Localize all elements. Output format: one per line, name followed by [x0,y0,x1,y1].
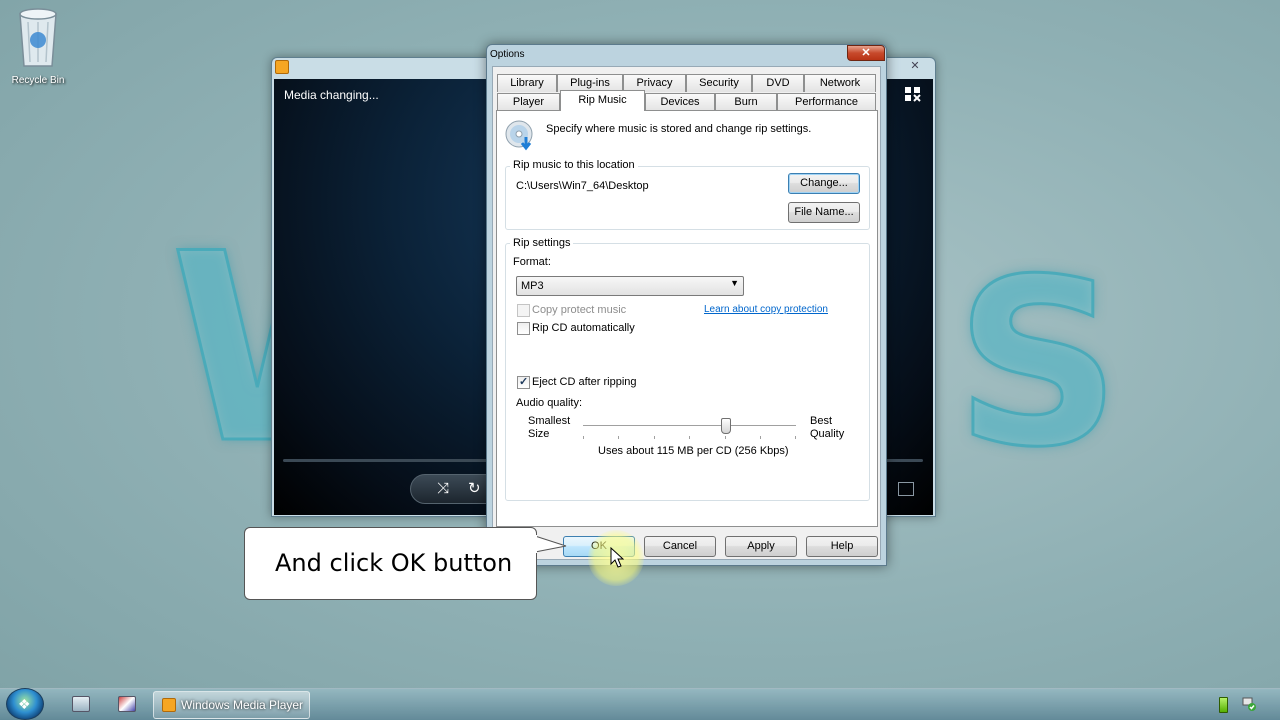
slider-tick [760,436,761,439]
battery-icon[interactable] [1219,697,1228,713]
best-quality-label-line-1: Best [810,415,833,427]
slider-tick [583,436,584,439]
start-button[interactable]: ❖ [6,688,44,720]
rip-location-path: C:\Users\Win7_64\Desktop [516,180,649,192]
format-label: Format: [513,256,551,268]
help-button[interactable]: Help [806,536,878,557]
tab-dvd[interactable]: DVD [752,74,804,92]
show-desktop-taskbar-icon[interactable] [72,696,90,712]
learn-copy-protection-link[interactable]: Learn about copy protection [704,304,828,315]
slider-tick [654,436,655,439]
eject-cd-checkbox[interactable]: ✓ [517,376,530,389]
callout-pointer [530,528,570,561]
audio-quality-slider-track[interactable] [583,425,796,428]
repeat-icon[interactable]: ↻ [468,479,481,497]
tutorial-callout: And click OK button [244,527,537,600]
tab-library[interactable]: Library [497,74,557,92]
checkmark-icon: ✓ [519,376,529,388]
tab-player[interactable]: Player [497,93,560,111]
tab-network[interactable]: Network [804,74,876,92]
eject-cd-label: Eject CD after ripping [532,376,637,388]
dialog-close-button[interactable]: ✕ [847,45,885,61]
rip-cd-automatically-checkbox[interactable] [517,322,530,335]
windows-media-player-icon [162,698,176,712]
windows-logo-icon: ❖ [18,696,31,712]
mouse-cursor-icon [610,546,625,572]
slider-tick [618,436,619,439]
apply-button[interactable]: Apply [725,536,797,557]
wallpaper-letter-s: S [954,231,1123,498]
rip-settings-group-title: Rip settings [510,237,574,249]
tab-security[interactable]: Security [686,74,752,92]
smallest-size-label-line-1: Smallest [528,415,571,427]
wmp-app-icon [275,60,289,74]
media-app-taskbar-icon[interactable] [118,696,136,712]
audio-quality-slider-thumb[interactable] [720,418,731,434]
rip-cd-automatically-label: Rip CD automatically [532,322,635,334]
recycle-bin-shortcut[interactable]: Recycle Bin [6,6,70,86]
rip-location-group-title: Rip music to this location [510,159,638,171]
format-select[interactable]: MP3 ▼ [516,276,744,296]
shuffle-icon[interactable]: ⤨ [437,480,449,497]
cancel-button[interactable]: Cancel [644,536,716,557]
format-select-value: MP3 [521,280,544,292]
tab-burn[interactable]: Burn [715,93,777,111]
action-center-flag-icon[interactable] [1241,696,1257,712]
file-name-button[interactable]: File Name... [788,202,860,223]
change-location-button[interactable]: Change... [788,173,860,194]
slider-tick [795,436,796,439]
smallest-size-label-line-2: Size [528,428,550,440]
recycle-bin-icon [19,8,57,67]
chevron-down-icon: ▼ [730,278,739,288]
best-quality-label-line-2: Quality [810,428,845,440]
fullscreen-icon[interactable] [898,482,914,496]
tab-performance[interactable]: Performance [777,93,876,111]
wmp-status-text: Media changing... [284,88,379,102]
slider-tick [689,436,690,439]
copy-protect-checkbox[interactable] [517,304,530,317]
rip-cd-icon [504,119,536,151]
wmp-close-button[interactable]: ✕ [896,58,934,74]
tab-rip-music[interactable]: Rip Music [560,90,645,111]
rip-description: Specify where music is stored and change… [546,123,812,135]
taskbar-item-label: Windows Media Player [181,698,304,712]
ok-button[interactable]: OK [563,536,635,557]
usage-estimate-text: Uses about 115 MB per CD (256 Kbps) [598,445,789,457]
recycle-bin-label: Recycle Bin [11,75,65,86]
slider-tick [725,436,726,439]
dialog-title: Options [490,49,525,60]
tab-devices[interactable]: Devices [645,93,715,111]
switch-to-library-icon[interactable] [904,86,922,102]
taskbar-item-windows-media-player[interactable]: Windows Media Player [153,691,310,719]
audio-quality-label: Audio quality: [516,397,583,409]
copy-protect-label: Copy protect music [532,304,627,316]
